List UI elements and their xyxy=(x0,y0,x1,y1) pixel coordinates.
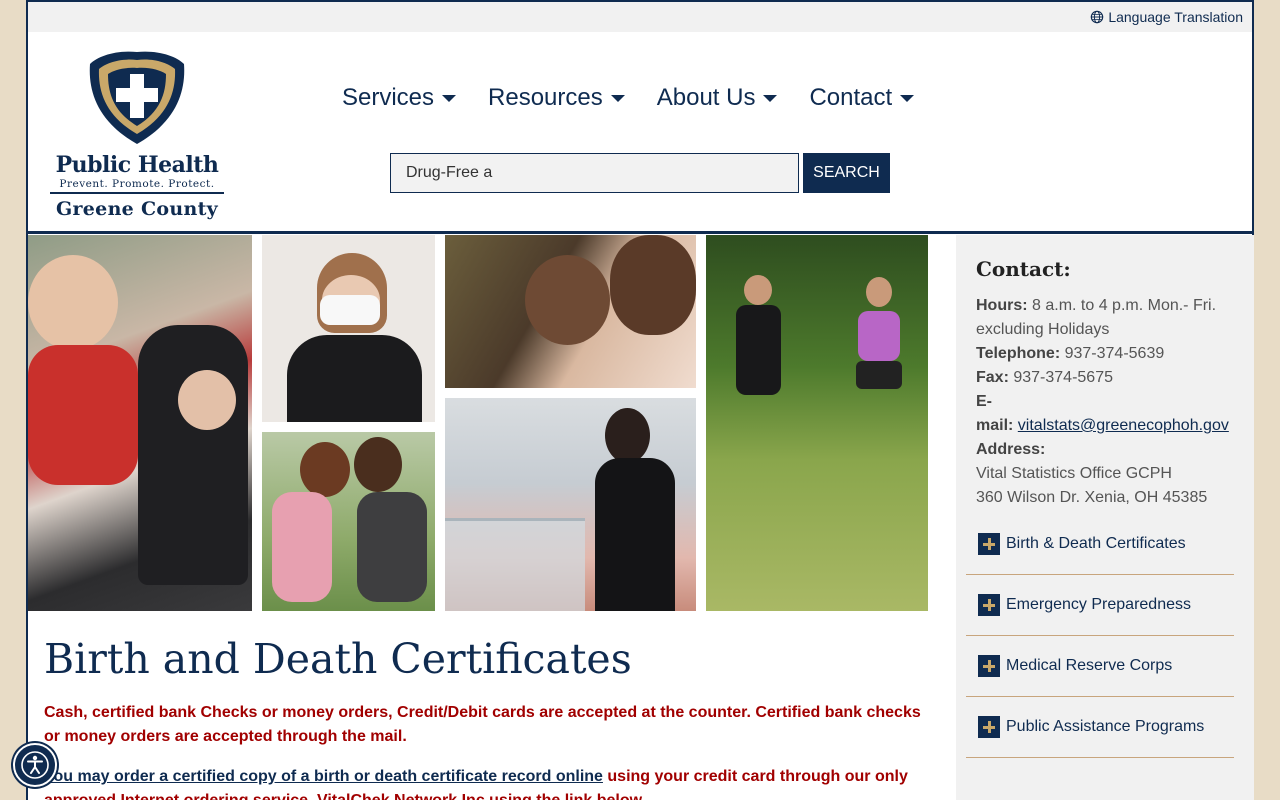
nav-services[interactable]: Services xyxy=(342,84,457,112)
hours-label: Hours: xyxy=(976,297,1028,314)
fax-label: Fax: xyxy=(976,369,1009,386)
address-line-1: Vital Statistics Office GCPH xyxy=(976,465,1172,482)
photo-family xyxy=(262,432,435,611)
accordion-birth-death-certificates[interactable]: Birth & Death Certificates xyxy=(966,514,1234,575)
photo-runners xyxy=(706,235,928,611)
language-translation-link[interactable]: Language Translation xyxy=(1090,9,1243,25)
nav-services-label: Services xyxy=(342,84,435,111)
contact-heading: Contact: xyxy=(976,257,1071,281)
contact-details: Hours: 8 a.m. to 4 p.m. Mon.- Fri. exclu… xyxy=(976,294,1246,510)
caret-down-icon xyxy=(900,94,915,102)
nav-contact-label: Contact xyxy=(809,84,893,111)
logo-tagline: Prevent. Promote. Protect. xyxy=(59,178,215,190)
plus-icon xyxy=(978,594,1000,616)
photo-mother-baby xyxy=(445,235,696,388)
nav-about-us[interactable]: About Us xyxy=(657,84,778,112)
phone-label: Telephone: xyxy=(976,345,1061,362)
plus-icon xyxy=(978,655,1000,677)
phone-value: 937-374-5639 xyxy=(1060,345,1165,362)
accordion-emergency-preparedness[interactable]: Emergency Preparedness xyxy=(966,575,1234,636)
logo-divider xyxy=(50,192,224,194)
site-header: Public Health Prevent. Promote. Protect.… xyxy=(28,32,1252,234)
photo-car-seat xyxy=(28,235,252,611)
accessibility-button[interactable] xyxy=(13,743,57,787)
payment-notice: Cash, certified bank Checks or money ord… xyxy=(44,704,921,745)
language-translation-label: Language Translation xyxy=(1108,9,1243,25)
site-logo[interactable]: Public Health Prevent. Promote. Protect.… xyxy=(48,48,226,224)
main-nav: Services Resources About Us Contact xyxy=(342,84,915,112)
plus-icon xyxy=(978,716,1000,738)
accordion-medical-reserve-corps[interactable]: Medical Reserve Corps xyxy=(966,636,1234,697)
order-online-notice: You may order a certified copy of a birt… xyxy=(44,765,924,800)
email-link[interactable]: vitalstats@greenecophoh.gov xyxy=(1018,417,1229,434)
nav-contact[interactable]: Contact xyxy=(809,84,915,112)
page-frame: Language Translation Public Health Preve… xyxy=(26,0,1254,800)
email-label-2: mail: xyxy=(976,417,1014,434)
photo-sanitizer xyxy=(262,235,435,422)
search-input[interactable] xyxy=(390,153,799,193)
public-health-shield-icon xyxy=(89,51,185,145)
fax-value: 937-374-5675 xyxy=(1008,369,1113,386)
address-line-2: 360 Wilson Dr. Xenia, OH 45385 xyxy=(976,489,1208,506)
accordion-label: Birth & Death Certificates xyxy=(1006,535,1186,552)
page-title: Birth and Death Certificates xyxy=(44,635,632,683)
top-bar: Language Translation xyxy=(28,2,1252,32)
logo-title: Public Health xyxy=(55,152,219,178)
search-button[interactable]: SEARCH xyxy=(803,153,890,193)
globe-icon xyxy=(1091,10,1104,24)
caret-down-icon xyxy=(442,94,457,102)
logo-county: Greene County xyxy=(55,198,219,220)
email-label-1: E- xyxy=(976,393,992,410)
sidebar: Contact: Hours: 8 a.m. to 4 p.m. Mon.- F… xyxy=(956,235,1254,800)
address-label: Address: xyxy=(976,441,1046,458)
nav-resources[interactable]: Resources xyxy=(488,84,625,112)
nav-about-us-label: About Us xyxy=(656,84,756,111)
accordion-label: Medical Reserve Corps xyxy=(1006,657,1173,674)
nav-resources-label: Resources xyxy=(488,84,603,111)
plus-icon xyxy=(978,533,1000,555)
caret-down-icon xyxy=(763,94,778,102)
accessibility-icon xyxy=(21,751,49,779)
accordion-label: Emergency Preparedness xyxy=(1006,596,1191,613)
accordion-label: Public Assistance Programs xyxy=(1006,718,1205,735)
order-online-link[interactable]: You may order a certified copy of a birt… xyxy=(44,768,603,785)
hero-photo-collage xyxy=(28,235,928,611)
caret-down-icon xyxy=(610,94,625,102)
photo-deli-counter xyxy=(445,398,696,611)
accordion-public-assistance-programs[interactable]: Public Assistance Programs xyxy=(966,697,1234,758)
